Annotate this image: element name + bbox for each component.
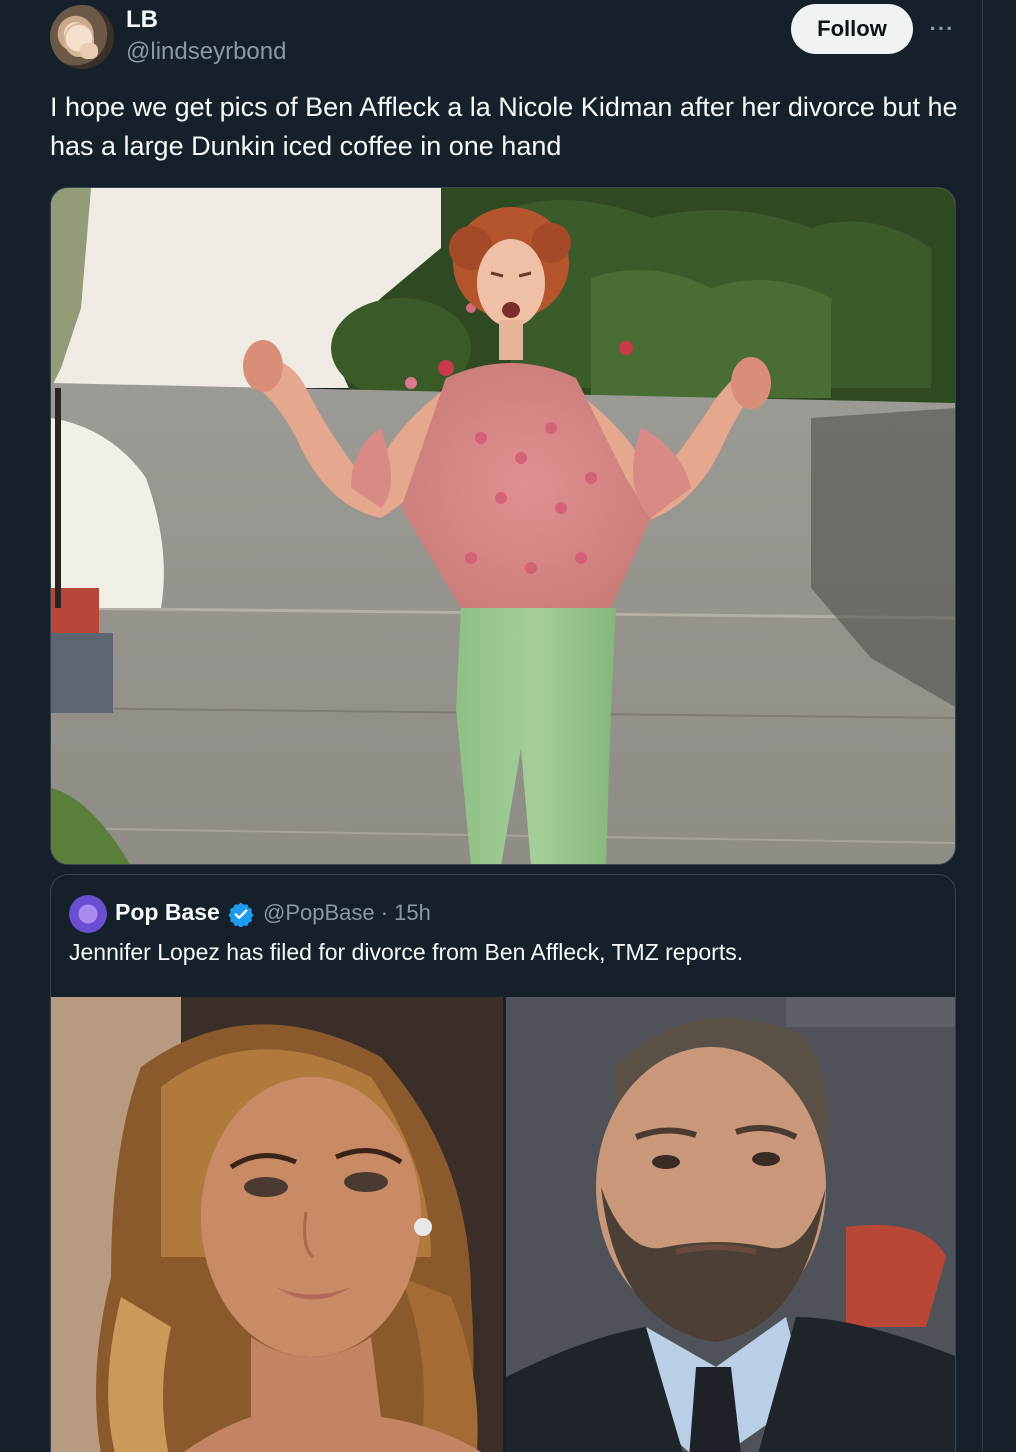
avatar-hand — [80, 43, 98, 59]
author-avatar[interactable] — [50, 5, 114, 69]
more-options-icon[interactable]: ··· — [927, 14, 957, 44]
quoted-author-avatar[interactable] — [69, 895, 107, 933]
author-name[interactable]: LB — [126, 6, 158, 34]
quoted-photo-left[interactable] — [51, 997, 503, 1452]
verified-badge-icon — [228, 902, 254, 927]
photo-illustration — [51, 188, 955, 864]
quoted-author-name[interactable]: Pop Base — [115, 899, 220, 926]
tweet-text: I hope we get pics of Ben Affleck a la N… — [50, 92, 958, 161]
tweet-page: LB @lindseyrbond Follow ··· I hope we ge… — [0, 0, 1016, 1452]
portrait-woman-illustration — [51, 997, 503, 1452]
tweet-photo[interactable] — [50, 187, 956, 865]
quoted-author-handle[interactable]: @PopBase · 15h — [263, 900, 431, 926]
portrait-man-illustration — [506, 997, 955, 1452]
quoted-photo-right[interactable] — [506, 997, 955, 1452]
follow-button[interactable]: Follow — [791, 4, 913, 54]
quoted-tweet-card[interactable]: Pop Base @PopBase · 15h Jennifer Lopez h… — [50, 874, 956, 1452]
author-handle[interactable]: @lindseyrbond — [126, 38, 286, 66]
quoted-tweet-text: Jennifer Lopez has filed for divorce fro… — [69, 939, 744, 965]
column-divider — [982, 0, 983, 1452]
